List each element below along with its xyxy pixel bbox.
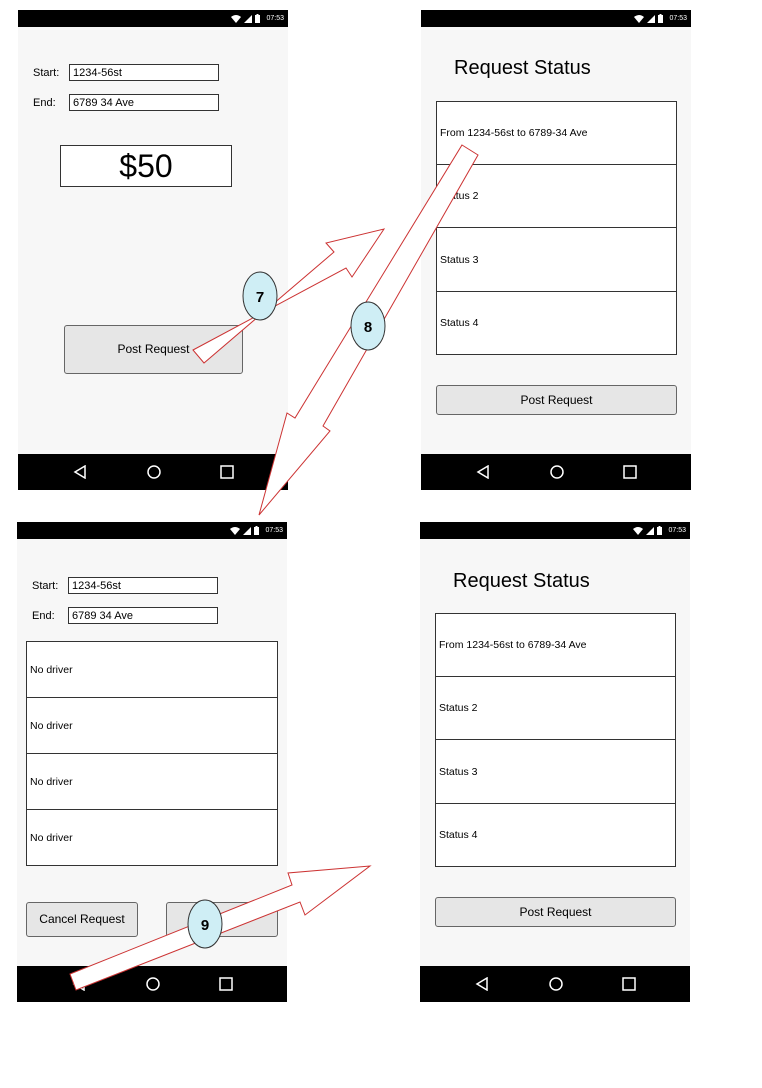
status-list: From 1234-56st to 6789-34 Ave Status 2 S… [435,613,676,867]
list-item[interactable]: From 1234-56st to 6789-34 Ave [436,614,675,677]
price-display: $50 [60,145,232,187]
list-item[interactable]: Status 4 [437,292,676,354]
wifi-icon [634,14,645,23]
screen-2: 07:53 Request Status From 1234-56st to 6… [421,10,691,490]
home-icon[interactable] [147,465,161,479]
signal-icon [647,14,656,23]
list-item[interactable]: No driver [27,754,277,810]
nav-bar [17,966,287,1002]
battery-icon [657,526,663,535]
status-bar: 07:53 [421,10,691,27]
end-label: End: [33,97,56,109]
battery-icon [255,14,261,23]
wifi-icon [230,526,241,535]
wifi-icon [231,14,242,23]
signal-icon [244,14,253,23]
wifi-icon [633,526,644,535]
step-marker-8: 8 [350,301,386,351]
screen-4: 07:53 Request Status From 1234-56st to 6… [420,522,690,1002]
status-bar: 07:53 [420,522,690,539]
end-label: End: [32,610,55,622]
screen-3: 07:53 Start: 1234-56st End: 6789 34 Ave … [17,522,287,1002]
back-icon[interactable] [72,977,86,991]
status-time: 07:53 [668,527,686,534]
status-list: From 1234-56st to 6789-34 Ave Status 2 S… [436,101,677,355]
start-label: Start: [32,580,59,592]
page-title: Request Status [453,570,590,592]
driver-list: No driver No driver No driver No driver [26,641,278,866]
end-field[interactable]: 6789 34 Ave [68,607,218,624]
nav-bar [18,454,288,490]
back-icon[interactable] [73,465,87,479]
screen-1: 07:53 Start: 1234-56st End: 6789 34 Ave … [18,10,288,490]
list-item[interactable]: Status 2 [437,165,676,228]
signal-icon [646,526,655,535]
list-item[interactable]: Status 2 [436,677,675,740]
back-icon[interactable] [476,465,490,479]
page-title: Request Status [454,57,591,79]
post-request-button[interactable]: Post Request [435,897,676,927]
status-time: 07:53 [265,527,283,534]
action-button[interactable] [166,902,278,937]
recent-apps-icon[interactable] [220,465,234,479]
recent-apps-icon[interactable] [623,465,637,479]
nav-bar [421,454,691,490]
start-label: Start: [33,67,60,79]
post-request-button[interactable]: Post Request [64,325,243,374]
start-field[interactable]: 1234-56st [69,64,219,81]
list-item[interactable]: No driver [27,642,277,698]
recent-apps-icon[interactable] [219,977,233,991]
nav-bar [420,966,690,1002]
post-request-button[interactable]: Post Request [436,385,677,415]
cancel-request-button[interactable]: Cancel Request [26,902,138,937]
battery-icon [658,14,664,23]
status-bar: 07:53 [18,10,288,27]
battery-icon [254,526,260,535]
start-field[interactable]: 1234-56st [68,577,218,594]
list-item[interactable]: Status 3 [437,228,676,292]
step-label-8: 8 [364,319,372,336]
back-icon[interactable] [475,977,489,991]
list-item[interactable]: No driver [27,698,277,754]
home-icon[interactable] [146,977,160,991]
status-bar: 07:53 [17,522,287,539]
recent-apps-icon[interactable] [622,977,636,991]
list-item[interactable]: Status 3 [436,740,675,804]
signal-icon [243,526,252,535]
end-field[interactable]: 6789 34 Ave [69,94,219,111]
list-item[interactable]: Status 4 [436,804,675,866]
list-item[interactable]: From 1234-56st to 6789-34 Ave [437,102,676,165]
home-icon[interactable] [550,465,564,479]
home-icon[interactable] [549,977,563,991]
status-time: 07:53 [669,15,687,22]
list-item[interactable]: No driver [27,810,277,865]
status-time: 07:53 [266,15,284,22]
